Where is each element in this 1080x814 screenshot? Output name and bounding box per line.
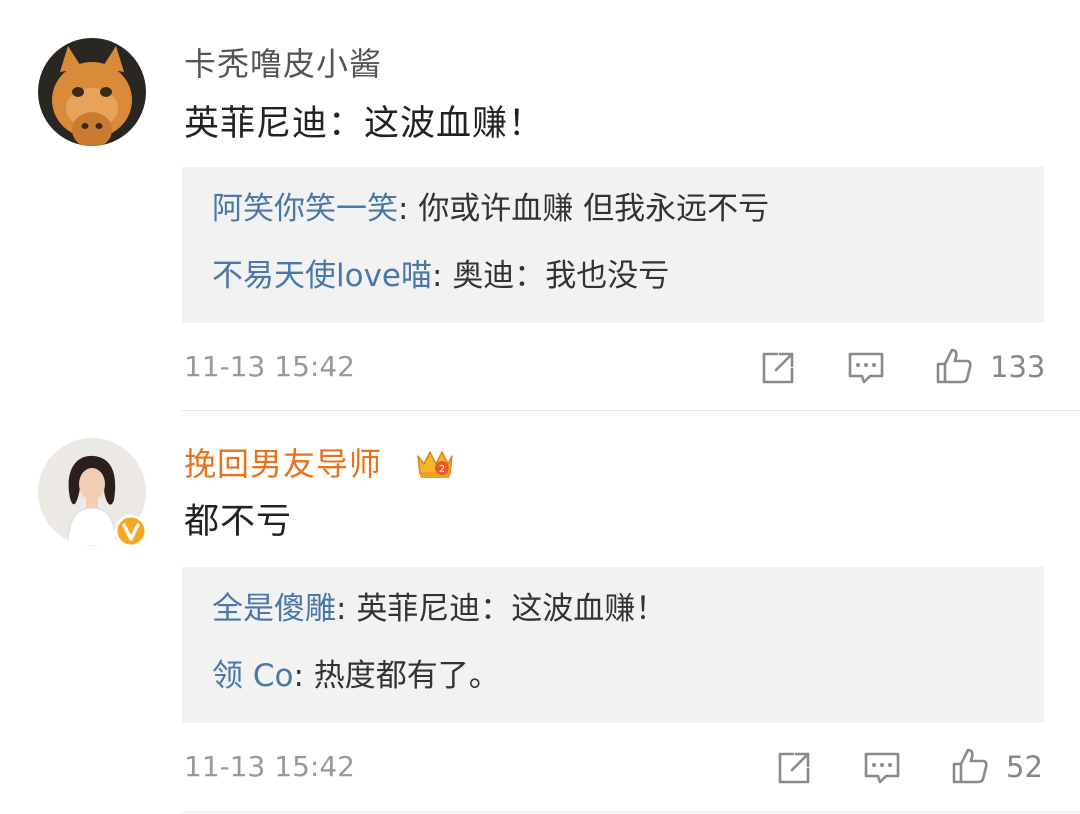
share-icon[interactable] (774, 748, 814, 788)
reply-text: 热度都有了。 (313, 658, 500, 694)
comment-item: 挽回男友导师 2 都不亏 全是傻雕: 英菲尼迪：这波血赚！ 领 Co: 热度都有… (0, 412, 1080, 814)
reply-item: 不易天使love喵: 奥迪：我也没亏 (212, 256, 669, 296)
verified-v-icon (114, 514, 148, 548)
svg-text:2: 2 (439, 464, 445, 475)
reply-box[interactable]: 阿笑你笑一笑: 你或许血赚 但我永远不亏 不易天使love喵: 奥迪：我也没亏 (182, 167, 1044, 323)
like-icon[interactable] (934, 346, 974, 386)
reply-item: 领 Co: 热度都有了。 (212, 656, 500, 696)
reply-username[interactable]: 不易天使love喵 (212, 258, 432, 294)
username[interactable]: 挽回男友导师 (184, 444, 382, 484)
share-icon[interactable] (758, 348, 798, 388)
crown-badge-icon[interactable]: 2 (414, 442, 454, 482)
reply-text: 你或许血赚 但我永远不亏 (418, 191, 770, 227)
like-icon[interactable] (950, 746, 990, 786)
timestamp: 11-13 15:42 (184, 350, 355, 383)
comment-icon[interactable] (846, 348, 886, 388)
comment-item: 卡秃噜皮小酱 英菲尼迪：这波血赚！ 阿笑你笑一笑: 你或许血赚 但我永远不亏 不… (0, 0, 1080, 412)
reply-box[interactable]: 全是傻雕: 英菲尼迪：这波血赚！ 领 Co: 热度都有了。 (182, 567, 1044, 723)
reply-colon: : (336, 591, 357, 627)
avatar[interactable] (38, 38, 146, 146)
reply-username[interactable]: 阿笑你笑一笑 (212, 191, 398, 227)
comment-text: 英菲尼迪：这波血赚！ (184, 104, 545, 144)
reply-username[interactable]: 全是傻雕 (212, 591, 336, 627)
reply-username[interactable]: 领 Co (212, 658, 293, 694)
divider (182, 410, 1080, 411)
reply-text: 英菲尼迪：这波血赚！ (356, 591, 667, 627)
reply-colon: : (432, 258, 453, 294)
reply-text: 奥迪：我也没亏 (452, 258, 670, 294)
divider (182, 812, 1080, 813)
avatar[interactable] (38, 438, 148, 548)
timestamp: 11-13 15:42 (184, 750, 355, 783)
reply-colon: : (398, 191, 419, 227)
reply-item: 全是傻雕: 英菲尼迪：这波血赚！ (212, 589, 666, 629)
like-count: 133 (990, 350, 1046, 384)
reply-colon: : (293, 658, 314, 694)
reply-item: 阿笑你笑一笑: 你或许血赚 但我永远不亏 (212, 189, 769, 229)
comment-text: 都不亏 (184, 502, 293, 542)
username[interactable]: 卡秃噜皮小酱 (184, 44, 382, 84)
like-count: 52 (1006, 750, 1043, 784)
comment-icon[interactable] (862, 748, 902, 788)
